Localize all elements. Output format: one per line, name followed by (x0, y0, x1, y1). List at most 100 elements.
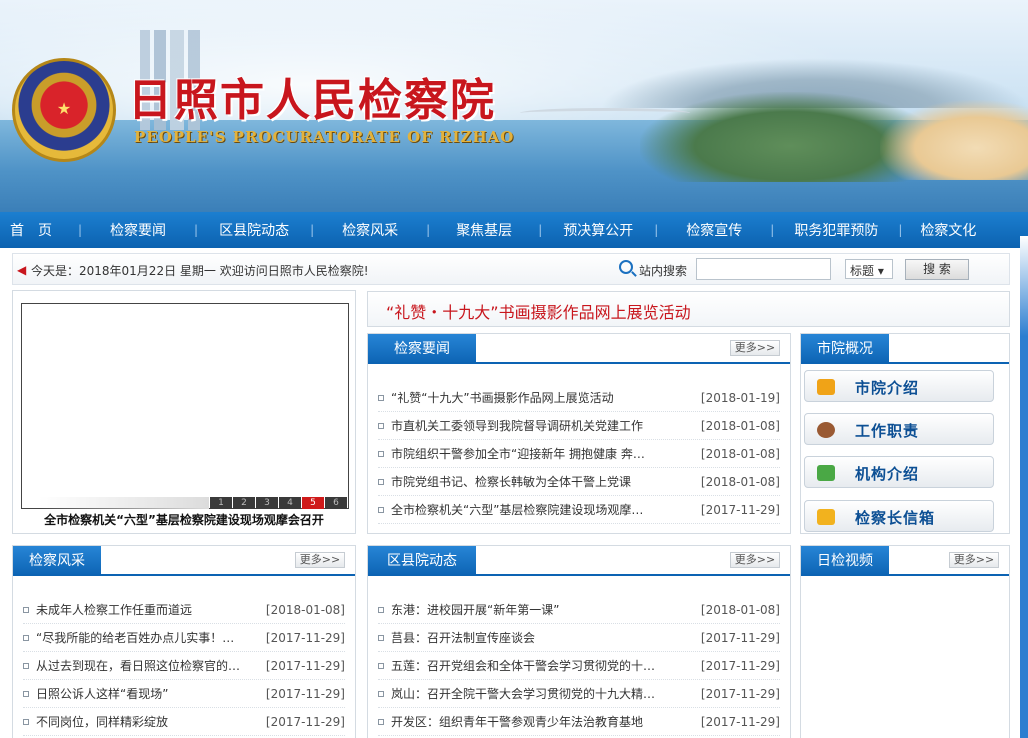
search-scope-select[interactable]: 标题 ▾ (845, 259, 893, 279)
news-list: “礼赞“十九大”书画摄影作品网上展览活动 [2018-01-19] 市直机关工委领… (378, 384, 780, 524)
bullet-icon (378, 634, 384, 641)
style-date: [2017-11-29] (265, 658, 345, 673)
district-date: [2017-11-29] (700, 630, 780, 645)
main-nav: 首 页 | 检察要闻 | 区县院动态 | 检察风采 | 聚焦基层 | 预决算公开… (0, 212, 1028, 248)
video-more-button[interactable]: 更多>> (949, 552, 999, 568)
bullet-icon (23, 718, 29, 725)
news-title[interactable]: 市院组织干警参加全市“迎接新年 拥抱健康 奔… (391, 445, 693, 462)
list-item[interactable]: 五莲：召开党组会和全体干警会学习贯彻党的十… [2017-11-29] (378, 652, 780, 680)
list-item[interactable]: “礼赞“十九大”书画摄影作品网上展览活动 [2018-01-19] (378, 384, 780, 412)
nav-separator: | (898, 223, 903, 237)
slideshow-page-6[interactable]: 6 (325, 497, 347, 509)
overview-duties-button[interactable]: 工作职责 (804, 413, 994, 445)
search-button[interactable]: 搜 索 (905, 259, 969, 280)
bullet-icon (378, 606, 384, 613)
style-title[interactable]: 日照公诉人这样“看现场” (36, 685, 258, 702)
list-item[interactable]: 莒县：召开法制宣传座谈会 [2017-11-29] (378, 624, 780, 652)
news-date: [2017-11-29] (700, 502, 780, 517)
style-more-button[interactable]: 更多>> (295, 552, 345, 568)
video-tab[interactable]: 日检视频 (801, 546, 889, 576)
slideshow-page-5[interactable]: 5 (302, 497, 324, 509)
list-item[interactable]: “尽我所能的给老百姓办点儿实事！… [2017-11-29] (23, 624, 345, 652)
district-title[interactable]: 开发区：组织青年干警参观青少年法治教育基地 (391, 713, 693, 730)
district-tab[interactable]: 区县院动态 (368, 546, 476, 576)
overview-mailbox-button[interactable]: 检察长信箱 (804, 500, 994, 532)
nav-budget[interactable]: 预决算公开 (548, 212, 648, 248)
nav-separator: | (426, 223, 431, 237)
news-title[interactable]: 全市检察机关“六型”基层检察院建设现场观摩… (391, 501, 693, 518)
banner-beach (880, 100, 1028, 180)
slideshow-caption[interactable]: 全市检察机关“六型”基层检察院建设现场观摩会召开 (13, 511, 355, 528)
overview-tab[interactable]: 市院概况 (801, 334, 889, 364)
headline-banner: “礼赞・十九大”书画摄影作品网上展览活动 (367, 291, 1010, 327)
page-scrollbar[interactable] (1020, 236, 1028, 738)
nav-style[interactable]: 检察风采 (320, 212, 420, 248)
tab-underline (368, 574, 790, 576)
news-date: [2018-01-19] (700, 390, 780, 405)
bullet-icon (378, 662, 384, 669)
nav-culture[interactable]: 检察文化 (908, 212, 988, 248)
style-title[interactable]: “尽我所能的给老百姓办点儿实事！… (36, 629, 258, 646)
overview-org-button[interactable]: 机构介绍 (804, 456, 994, 488)
procuratorate-emblem-icon: ★ (12, 58, 116, 162)
folder-icon (817, 379, 835, 395)
welcome-bar: ◀ 今天是：2018年01月22日 星期一 欢迎访问日照市人民检察院! 站内搜索… (12, 253, 1010, 285)
list-item[interactable]: 岚山：召开全院干警大会学习贯彻党的十九大精… [2017-11-29] (378, 680, 780, 708)
nav-news[interactable]: 检察要闻 (88, 212, 188, 248)
list-item[interactable]: 市院组织干警参加全市“迎接新年 拥抱健康 奔… [2018-01-08] (378, 440, 780, 468)
style-date: [2017-11-29] (265, 714, 345, 729)
style-panel: 检察风采 更多>> 未成年人检察工作任重而道远 [2018-01-08] “尽我所… (12, 545, 356, 738)
news-panel: 检察要闻 更多>> “礼赞“十九大”书画摄影作品网上展览活动 [2018-01-1… (367, 333, 791, 534)
nav-separator: | (194, 223, 199, 237)
style-title[interactable]: 不同岗位，同样精彩绽放 (36, 713, 258, 730)
slideshow-page-4[interactable]: 4 (279, 497, 301, 509)
news-date: [2018-01-08] (700, 446, 780, 461)
news-title[interactable]: 市院党组书记、检察长韩敏为全体干警上党课 (391, 473, 693, 490)
nav-prevention[interactable]: 职务犯罪预防 (780, 212, 892, 248)
list-item[interactable]: 不同岗位，同样精彩绽放 [2017-11-29] (23, 708, 345, 736)
slideshow-page-1[interactable]: 1 (210, 497, 232, 509)
district-date: [2017-11-29] (700, 658, 780, 673)
slideshow-page-2[interactable]: 2 (233, 497, 255, 509)
nav-home[interactable]: 首 页 (10, 212, 72, 248)
nav-grassroots[interactable]: 聚焦基层 (436, 212, 532, 248)
site-banner: ★ 日照市人民检察院 PEOPLE'S PROCURATORATE OF RIZ… (0, 0, 1028, 212)
headline-link[interactable]: “礼赞・十九大”书画摄影作品网上展览活动 (386, 299, 691, 323)
district-title[interactable]: 莒县：召开法制宣传座谈会 (391, 629, 693, 646)
style-title[interactable]: 未成年人检察工作任重而道远 (36, 601, 258, 618)
news-more-button[interactable]: 更多>> (730, 340, 780, 356)
news-date: [2018-01-08] (700, 474, 780, 489)
district-title[interactable]: 五莲：召开党组会和全体干警会学习贯彻党的十… (391, 657, 693, 674)
district-date: [2018-01-08] (700, 602, 780, 617)
bullet-icon (378, 690, 384, 697)
list-item[interactable]: 东港：进校园开展“新年第一课” [2018-01-08] (378, 596, 780, 624)
slideshow-page-3[interactable]: 3 (256, 497, 278, 509)
list-item[interactable]: 日照公诉人这样“看现场” [2017-11-29] (23, 680, 345, 708)
district-title[interactable]: 东港：进校园开展“新年第一课” (391, 601, 693, 618)
style-tab[interactable]: 检察风采 (13, 546, 101, 576)
list-item[interactable]: 从过去到现在，看日照这位检察官的… [2017-11-29] (23, 652, 345, 680)
news-title[interactable]: 市直机关工委领导到我院督导调研机关党建工作 (391, 417, 693, 434)
list-item[interactable]: 市直机关工委领导到我院督导调研机关党建工作 [2018-01-08] (378, 412, 780, 440)
news-tab[interactable]: 检察要闻 (368, 334, 476, 364)
nav-publicity[interactable]: 检察宣传 (664, 212, 764, 248)
style-title[interactable]: 从过去到现在，看日照这位检察官的… (36, 657, 258, 674)
nav-district[interactable]: 区县院动态 (204, 212, 304, 248)
video-panel: 日检视频 更多>> (800, 545, 1010, 738)
district-more-button[interactable]: 更多>> (730, 552, 780, 568)
slideshow-image[interactable] (21, 303, 349, 509)
list-item[interactable]: 市院党组书记、检察长韩敏为全体干警上党课 [2018-01-08] (378, 468, 780, 496)
search-input[interactable] (696, 258, 831, 280)
district-title[interactable]: 岚山：召开全院干警大会学习贯彻党的十九大精… (391, 685, 693, 702)
style-date: [2018-01-08] (265, 602, 345, 617)
bullet-icon (23, 634, 29, 641)
list-item[interactable]: 开发区：组织青年干警参观青少年法治教育基地 [2017-11-29] (378, 708, 780, 736)
banner-bridge (520, 108, 690, 118)
bullet-icon (378, 506, 384, 513)
overview-intro-button[interactable]: 市院介绍 (804, 370, 994, 402)
overview-org-label: 机构介绍 (855, 465, 920, 483)
nav-separator: | (310, 223, 315, 237)
list-item[interactable]: 未成年人检察工作任重而道远 [2018-01-08] (23, 596, 345, 624)
news-title[interactable]: “礼赞“十九大”书画摄影作品网上展览活动 (391, 389, 693, 406)
list-item[interactable]: 全市检察机关“六型”基层检察院建设现场观摩… [2017-11-29] (378, 496, 780, 524)
